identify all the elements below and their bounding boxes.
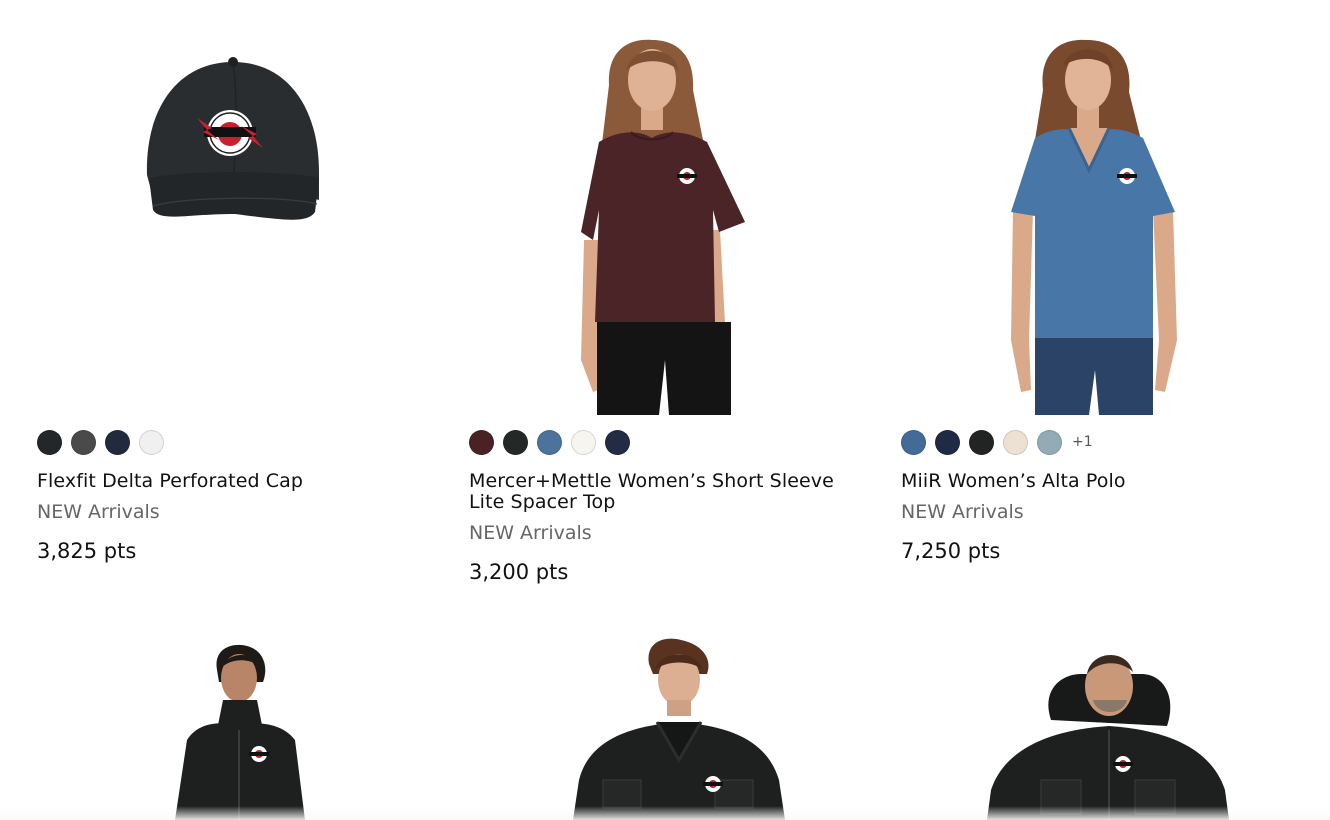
color-swatch[interactable] — [537, 429, 562, 455]
product-image[interactable] — [469, 630, 869, 820]
product-card[interactable]: +1 MiiR Women’s Alta Polo NEW Arrivals 7… — [901, 0, 1301, 563]
color-swatch[interactable] — [469, 429, 494, 455]
product-card[interactable]: Mercer+Mettle Women’s Short Sleeve Lite … — [469, 0, 869, 584]
color-swatch[interactable] — [571, 429, 596, 455]
product-price: 3,200 pts — [469, 560, 569, 584]
product-image[interactable] — [37, 630, 437, 820]
color-swatch[interactable] — [1037, 429, 1062, 455]
product-image[interactable] — [901, 630, 1301, 820]
color-swatch[interactable] — [503, 429, 528, 455]
womens-jacket-product-image — [175, 644, 305, 820]
product-image[interactable] — [469, 0, 869, 415]
womens-polo-product-image — [1011, 39, 1177, 415]
product-category: NEW Arrivals — [37, 501, 160, 523]
color-swatch[interactable] — [901, 429, 926, 455]
product-category: NEW Arrivals — [901, 501, 1024, 523]
color-swatch[interactable] — [71, 429, 96, 455]
product-image[interactable] — [37, 0, 437, 415]
product-image[interactable] — [901, 0, 1301, 415]
product-card[interactable] — [469, 630, 869, 820]
color-swatch[interactable] — [139, 429, 164, 455]
product-name[interactable]: MiiR Women’s Alta Polo — [901, 471, 1301, 492]
color-swatch[interactable] — [969, 429, 994, 455]
product-name[interactable]: Mercer+Mettle Women’s Short Sleeve Lite … — [469, 471, 869, 513]
color-swatch[interactable] — [37, 429, 62, 455]
product-card[interactable]: Flexfit Delta Perforated Cap NEW Arrival… — [37, 0, 437, 563]
womens-top-product-image — [581, 39, 745, 415]
color-swatch[interactable] — [105, 429, 130, 455]
product-card[interactable] — [37, 630, 437, 820]
mens-work-jacket-product-image — [573, 638, 785, 820]
color-swatch[interactable] — [605, 429, 630, 455]
product-price: 7,250 pts — [901, 539, 1001, 563]
color-swatch[interactable] — [935, 429, 960, 455]
product-category: NEW Arrivals — [469, 522, 592, 544]
color-swatches: +1 — [901, 428, 1301, 456]
color-swatches — [469, 428, 869, 456]
mens-hooded-jacket-product-image — [987, 654, 1229, 820]
product-card[interactable] — [901, 630, 1301, 820]
color-swatch[interactable] — [1003, 429, 1028, 455]
more-colors-count[interactable]: +1 — [1072, 434, 1093, 450]
cap-product-image — [146, 57, 319, 220]
product-name[interactable]: Flexfit Delta Perforated Cap — [37, 471, 437, 492]
product-price: 3,825 pts — [37, 539, 137, 563]
color-swatches — [37, 428, 437, 456]
product-grid: Flexfit Delta Perforated Cap NEW Arrival… — [0, 0, 1330, 820]
